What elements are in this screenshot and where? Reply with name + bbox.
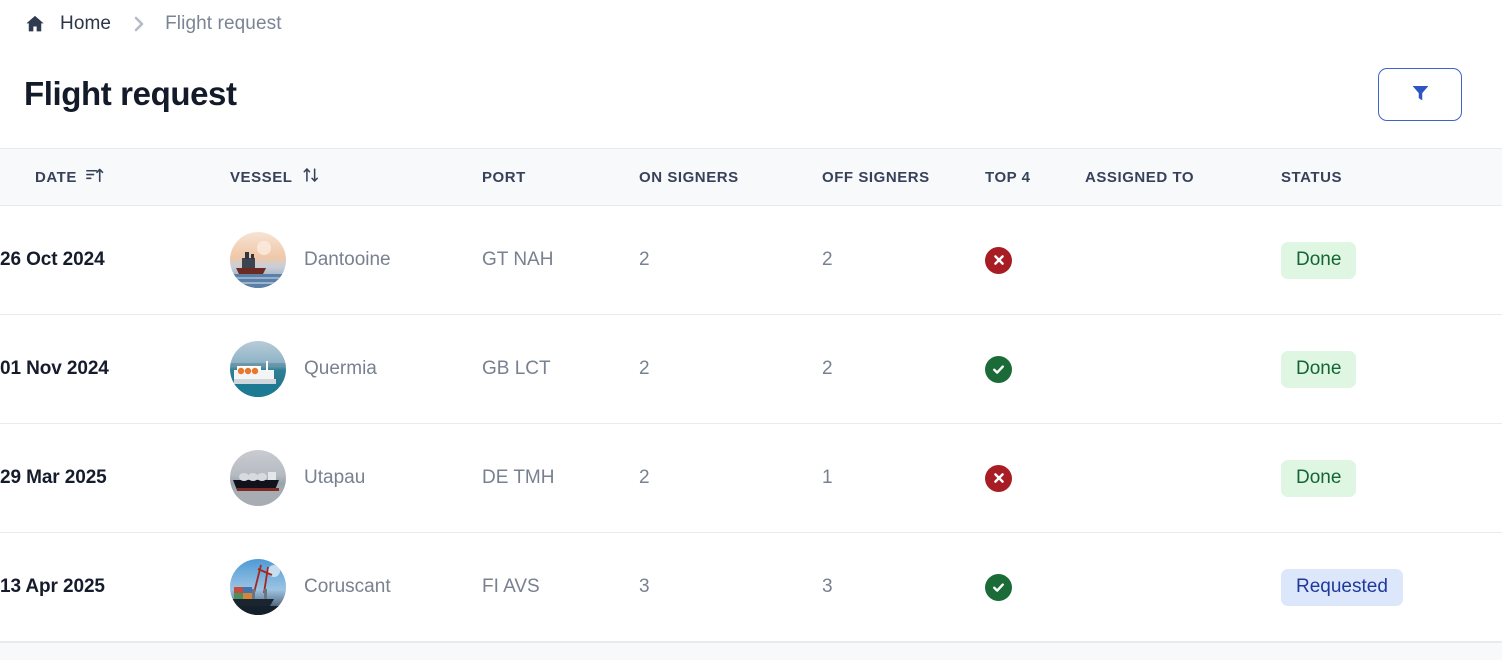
cell-off-signers: 2 bbox=[822, 249, 833, 270]
circle-x-icon bbox=[985, 464, 1012, 492]
cell-port: GT NAH bbox=[482, 249, 554, 270]
table-row[interactable]: 01 Nov 2024 Quermia GB LCT 2 2 Done bbox=[0, 314, 1502, 424]
status-badge: Done bbox=[1281, 459, 1357, 497]
cell-vessel: Coruscant bbox=[230, 533, 482, 642]
column-header-port[interactable]: PORT bbox=[482, 149, 639, 206]
column-label-date: DATE bbox=[35, 168, 77, 186]
cell-on-signers: 2 bbox=[639, 467, 650, 488]
cell-status: Done bbox=[1281, 424, 1502, 533]
table-header: DATE VESSEL PORT ON SIGNERS OFF SIGNERS … bbox=[0, 148, 1502, 206]
sort-updown-icon[interactable] bbox=[301, 165, 321, 189]
cell-top4 bbox=[985, 533, 1085, 642]
circle-x-icon bbox=[985, 246, 1012, 274]
vessel-name: Utapau bbox=[304, 467, 366, 488]
cell-date: 29 Mar 2025 bbox=[0, 467, 107, 488]
table-row[interactable]: 29 Mar 2025 Utapau DE TMH 2 1 Done bbox=[0, 423, 1502, 533]
filter-funnel-icon bbox=[1410, 82, 1431, 106]
table-row[interactable]: 13 Apr 2025 Coruscant FI AVS 3 3 Request… bbox=[0, 532, 1502, 642]
cell-status: Done bbox=[1281, 206, 1502, 315]
filter-button[interactable] bbox=[1378, 67, 1462, 121]
cell-date: 01 Nov 2024 bbox=[0, 358, 109, 379]
cell-date: 13 Apr 2025 bbox=[0, 576, 105, 597]
cell-assigned-to bbox=[1085, 533, 1281, 642]
cell-on-signers: 3 bbox=[639, 576, 650, 597]
breadcrumb-home-link[interactable]: Home bbox=[60, 13, 111, 35]
flight-request-table: DATE VESSEL PORT ON SIGNERS OFF SIGNERS … bbox=[0, 148, 1502, 642]
cell-port: FI AVS bbox=[482, 576, 540, 597]
circle-check-icon bbox=[985, 573, 1012, 601]
column-header-date[interactable]: DATE bbox=[0, 149, 230, 206]
cell-port: GB LCT bbox=[482, 358, 551, 379]
column-header-on-signers[interactable]: ON SIGNERS bbox=[639, 149, 822, 206]
vessel-avatar bbox=[230, 341, 286, 397]
cell-top4 bbox=[985, 315, 1085, 424]
cell-assigned-to bbox=[1085, 424, 1281, 533]
column-header-off-signers[interactable]: OFF SIGNERS bbox=[822, 149, 985, 206]
column-label-status: STATUS bbox=[1281, 168, 1343, 186]
cell-vessel: Quermia bbox=[230, 315, 482, 424]
column-label-on-signers: ON SIGNERS bbox=[639, 168, 739, 186]
cell-on-signers: 2 bbox=[639, 358, 650, 379]
cell-assigned-to bbox=[1085, 315, 1281, 424]
cell-status: Done bbox=[1281, 315, 1502, 424]
cell-off-signers: 2 bbox=[822, 358, 833, 379]
page-header: Flight request bbox=[0, 40, 1502, 148]
column-header-vessel[interactable]: VESSEL bbox=[230, 149, 482, 206]
cell-status: Requested bbox=[1281, 533, 1502, 642]
vessel-avatar bbox=[230, 559, 286, 615]
cell-top4 bbox=[985, 424, 1085, 533]
cell-assigned-to bbox=[1085, 206, 1281, 315]
circle-check-icon bbox=[985, 355, 1012, 383]
column-label-off-signers: OFF SIGNERS bbox=[822, 168, 930, 186]
breadcrumb: Home Flight request bbox=[0, 0, 1502, 40]
column-header-status[interactable]: STATUS bbox=[1281, 149, 1502, 206]
status-badge: Done bbox=[1281, 241, 1357, 279]
column-label-port: PORT bbox=[482, 168, 526, 186]
sort-ascending-icon[interactable] bbox=[85, 166, 104, 189]
breadcrumb-current: Flight request bbox=[165, 13, 282, 34]
table-row[interactable]: 26 Oct 2024 Dantooine GT NAH 2 2 Done bbox=[0, 205, 1502, 315]
table-bottom-strip bbox=[0, 642, 1502, 660]
cell-on-signers: 2 bbox=[639, 249, 650, 270]
cell-vessel: Dantooine bbox=[230, 206, 482, 315]
cell-off-signers: 1 bbox=[822, 467, 833, 488]
home-icon[interactable] bbox=[24, 13, 46, 35]
column-label-vessel: VESSEL bbox=[230, 168, 293, 186]
column-label-assigned-to: ASSIGNED TO bbox=[1085, 168, 1195, 186]
status-badge: Done bbox=[1281, 350, 1357, 388]
vessel-avatar bbox=[230, 450, 286, 506]
cell-port: DE TMH bbox=[482, 467, 555, 488]
cell-date: 26 Oct 2024 bbox=[0, 249, 105, 270]
column-label-top4: TOP 4 bbox=[985, 168, 1031, 186]
page-title: Flight request bbox=[24, 75, 237, 112]
vessel-name: Coruscant bbox=[304, 576, 391, 597]
cell-top4 bbox=[985, 206, 1085, 315]
vessel-name: Quermia bbox=[304, 358, 377, 379]
chevron-right-icon bbox=[132, 14, 146, 34]
status-badge: Requested bbox=[1281, 568, 1403, 606]
vessel-name: Dantooine bbox=[304, 249, 391, 270]
column-header-assigned-to[interactable]: ASSIGNED TO bbox=[1085, 149, 1281, 206]
table-header-row: DATE VESSEL PORT ON SIGNERS OFF SIGNERS … bbox=[0, 148, 1502, 206]
cell-vessel: Utapau bbox=[230, 424, 482, 533]
vessel-avatar bbox=[230, 232, 286, 288]
table-body: 26 Oct 2024 Dantooine GT NAH 2 2 Done 01… bbox=[0, 205, 1502, 642]
cell-off-signers: 3 bbox=[822, 576, 833, 597]
column-header-top4[interactable]: TOP 4 bbox=[985, 149, 1085, 206]
